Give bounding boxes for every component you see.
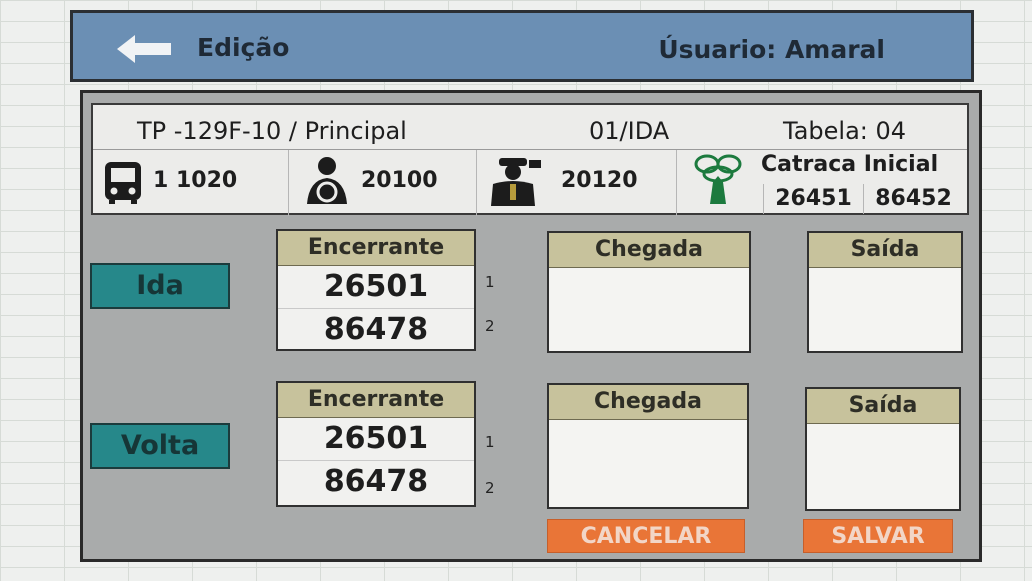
turnstile-cell	[677, 150, 757, 216]
catraca-value-1: 26451	[763, 184, 863, 214]
catraca-label: Catraca Inicial	[761, 152, 939, 177]
volta-encerrante-value-1[interactable]: 26501	[278, 418, 474, 461]
direction-label: 01/IDA	[589, 117, 670, 145]
arrow-left-icon	[117, 35, 171, 63]
bus-icon	[103, 160, 143, 208]
conductor-icon	[489, 154, 545, 212]
volta-button[interactable]: Volta	[90, 423, 230, 469]
ida-encerrante-title: Encerrante	[278, 231, 474, 266]
ida-chegada-input[interactable]	[549, 268, 749, 351]
volta-index-1: 1	[485, 433, 495, 451]
catraca-value-2: 86452	[863, 184, 963, 214]
page-title: Edição	[197, 33, 290, 62]
driver-number: 20100	[361, 168, 438, 193]
volta-index-2: 2	[485, 479, 495, 497]
driver-icon	[303, 156, 351, 210]
ida-index-1: 1	[485, 273, 495, 291]
main-panel: TP -129F-10 / Principal 01/IDA Tabela: 0…	[80, 90, 982, 562]
volta-saida-panel: Saída	[805, 387, 961, 511]
ida-saida-title: Saída	[809, 233, 961, 268]
bus-number: 1 1020	[153, 168, 238, 193]
volta-saida-input[interactable]	[807, 424, 959, 509]
ida-chegada-panel: Chegada	[547, 231, 751, 353]
volta-saida-title: Saída	[807, 389, 959, 424]
volta-encerrante-panel: Encerrante 26501 86478	[276, 381, 476, 507]
driver-cell: 20100	[289, 150, 477, 216]
tabela-label: Tabela: 04	[783, 117, 907, 145]
volta-encerrante-value-2[interactable]: 86478	[278, 461, 474, 503]
trip-info-bottom: 1 1020 20100 20120 Catraca Inicial 26451…	[93, 149, 967, 216]
trip-info: TP -129F-10 / Principal 01/IDA Tabela: 0…	[91, 103, 969, 216]
back-button[interactable]	[117, 35, 173, 63]
ida-button[interactable]: Ida	[90, 263, 230, 309]
turnstile-icon	[693, 152, 743, 212]
ida-index-2: 2	[485, 317, 495, 335]
ida-saida-input[interactable]	[809, 268, 961, 351]
ida-saida-panel: Saída	[807, 231, 963, 353]
trip-info-top: TP -129F-10 / Principal 01/IDA Tabela: 0…	[93, 105, 967, 149]
cancel-button[interactable]: CANCELAR	[547, 519, 745, 553]
bus-cell: 1 1020	[93, 150, 289, 216]
volta-chegada-title: Chegada	[549, 385, 747, 420]
ida-encerrante-value-1[interactable]: 26501	[278, 266, 474, 309]
route-label: TP -129F-10 / Principal	[137, 117, 407, 145]
volta-chegada-panel: Chegada	[547, 383, 749, 509]
ida-encerrante-value-2[interactable]: 86478	[278, 309, 474, 351]
conductor-cell: 20120	[477, 150, 677, 216]
volta-encerrante-title: Encerrante	[278, 383, 474, 418]
volta-chegada-input[interactable]	[549, 420, 747, 507]
ida-chegada-title: Chegada	[549, 233, 749, 268]
ida-encerrante-panel: Encerrante 26501 86478	[276, 229, 476, 351]
save-button[interactable]: SALVAR	[803, 519, 953, 553]
conductor-number: 20120	[561, 168, 638, 193]
app-header: Edição Úsuario: Amaral	[70, 10, 974, 82]
user-label: Úsuario: Amaral	[658, 35, 885, 64]
